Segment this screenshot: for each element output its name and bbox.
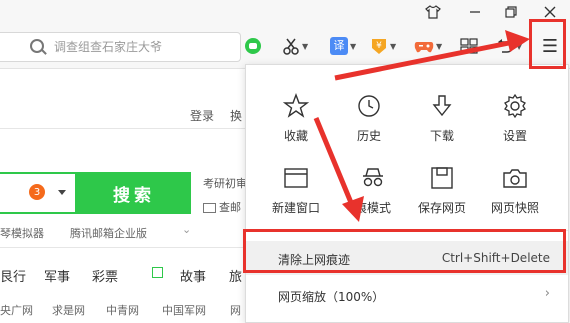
arrow-to-menu bbox=[334, 39, 515, 81]
annotation-arrows bbox=[313, 30, 530, 222]
arrow-to-clear bbox=[313, 117, 355, 206]
arrowhead-icon bbox=[505, 30, 530, 52]
arrowhead-icon bbox=[342, 196, 364, 222]
